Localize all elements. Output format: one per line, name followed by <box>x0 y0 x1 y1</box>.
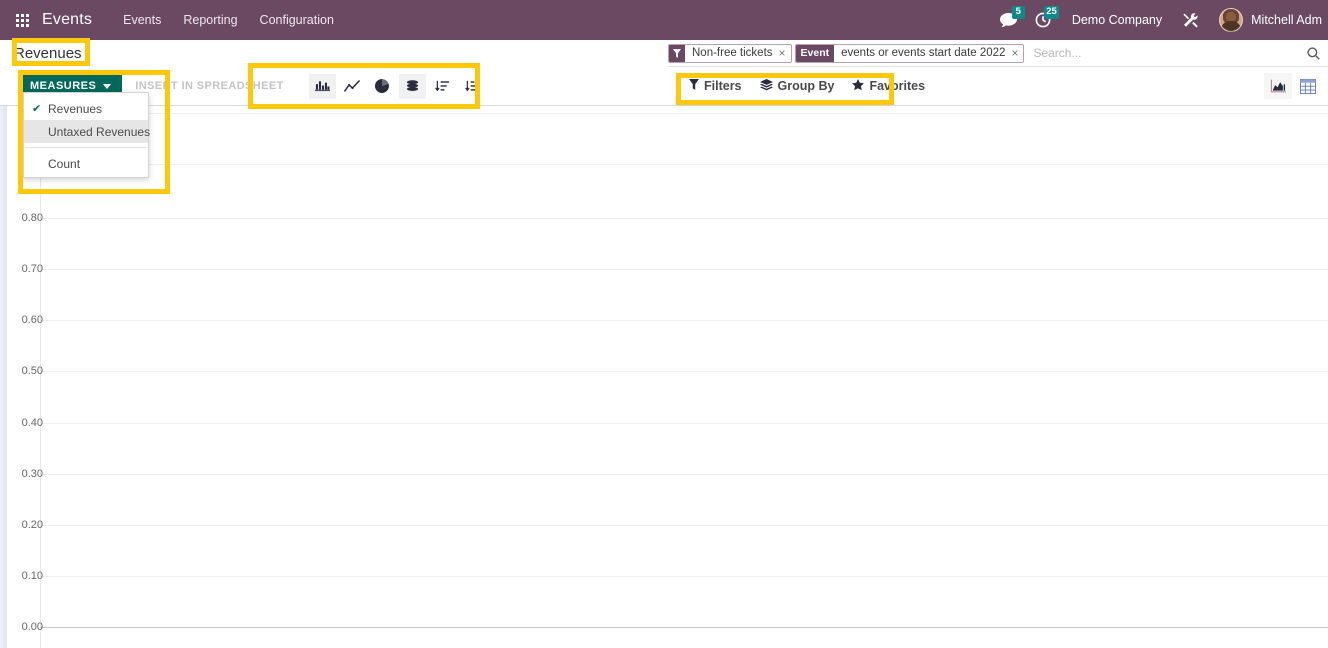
dropdown-divider <box>25 147 147 148</box>
measures-dropdown[interactable]: ✔ Revenues Untaxed Revenues Count <box>23 92 151 178</box>
y-tick-label: 0.50 <box>21 365 43 377</box>
filter-row: Filters Group By Favorites <box>668 67 1328 105</box>
company-switcher[interactable]: Demo Company <box>1060 0 1174 40</box>
breadcrumb[interactable]: Revenues <box>14 40 82 67</box>
search-input[interactable] <box>1027 43 1303 63</box>
control-panel: Revenues MEASURES INSERT IN SPREADSHEET <box>0 40 1328 106</box>
apps-grid-icon[interactable] <box>8 0 36 40</box>
measure-option-label: Untaxed Revenues <box>48 124 151 139</box>
filter-funnel-icon <box>689 79 699 93</box>
gridline <box>40 269 1328 270</box>
star-icon <box>852 78 865 94</box>
navbar-right: 5 25 Demo Company Mitchell Adm <box>991 0 1328 40</box>
measure-option-revenues[interactable]: ✔ Revenues <box>24 97 148 120</box>
view-switcher <box>1264 73 1322 99</box>
search-facet-event[interactable]: Event events or events start date 2022 × <box>794 43 1025 63</box>
facet-value: events or events start date 2022 <box>841 47 1006 59</box>
menu-item-events[interactable]: Events <box>112 0 172 40</box>
y-tick-label: 0.60 <box>21 314 43 326</box>
y-tick-label: 0.40 <box>21 417 43 429</box>
favorites-menu-label: Favorites <box>869 79 926 93</box>
gridline <box>40 218 1328 219</box>
gridline <box>40 371 1328 372</box>
y-tick-label: 0.30 <box>21 468 43 480</box>
gridline <box>40 474 1328 475</box>
app-name[interactable]: Events <box>42 11 92 29</box>
gridline <box>40 576 1328 577</box>
group-by-menu[interactable]: Group By <box>753 75 842 98</box>
y-tick-label: 0.00 <box>21 621 43 633</box>
layers-icon <box>759 78 773 94</box>
search-area: Non-free tickets × Event events or event… <box>668 40 1328 105</box>
pivot-view-icon[interactable] <box>1294 73 1322 99</box>
measure-option-untaxed-revenues[interactable]: Untaxed Revenues <box>24 120 151 143</box>
menu-item-reporting[interactable]: Reporting <box>172 0 248 40</box>
measure-option-label: Count <box>48 156 81 171</box>
graph-chart-area[interactable]: 1.00 0.90 0.80 0.70 0.60 0.50 0.40 0.30 … <box>0 105 1328 648</box>
top-navbar: Events Events Reporting Configuration 5 … <box>0 0 1328 40</box>
sort-descending-icon[interactable] <box>429 74 456 99</box>
user-name: Mitchell Adm <box>1251 13 1322 27</box>
sort-ascending-icon[interactable] <box>459 74 486 99</box>
stacked-icon[interactable] <box>398 73 426 99</box>
activities-count-badge: 25 <box>1044 6 1059 19</box>
axis-baseline <box>40 627 1328 628</box>
y-tick-label: 0.10 <box>21 570 43 582</box>
favorites-menu[interactable]: Favorites <box>845 75 932 98</box>
filters-menu[interactable]: Filters <box>682 75 749 97</box>
measure-option-count[interactable]: Count <box>24 152 148 175</box>
chart-type-toolbar <box>308 73 486 99</box>
facet-label: Event <box>795 44 835 62</box>
y-tick-label: 0.70 <box>21 263 43 275</box>
close-icon[interactable]: × <box>779 45 791 62</box>
bar-chart-icon[interactable] <box>308 73 336 99</box>
messages-button[interactable]: 5 <box>991 0 1026 40</box>
wrench-screwdriver-icon[interactable] <box>1174 0 1209 40</box>
menu-item-configuration[interactable]: Configuration <box>249 0 345 40</box>
measures-button-label: MEASURES <box>30 80 97 92</box>
gridline <box>40 423 1328 424</box>
chevron-down-icon <box>103 83 112 89</box>
filter-funnel-icon <box>669 44 685 62</box>
search-icon[interactable] <box>1303 46 1322 60</box>
filters-menu-label: Filters <box>704 79 742 93</box>
insert-in-spreadsheet-button[interactable]: INSERT IN SPREADSHEET <box>135 80 283 92</box>
line-chart-icon[interactable] <box>339 74 366 99</box>
gridline <box>40 164 1328 165</box>
y-tick-label: 0.80 <box>21 212 43 224</box>
graph-view-icon[interactable] <box>1264 73 1292 99</box>
measure-option-label: Revenues <box>48 101 103 116</box>
check-icon: ✔ <box>32 103 42 115</box>
facet-value: Non-free tickets <box>692 47 773 59</box>
gridline <box>40 320 1328 321</box>
gridline <box>40 525 1328 526</box>
user-menu[interactable]: Mitchell Adm <box>1209 8 1326 32</box>
search-row: Non-free tickets × Event events or event… <box>668 40 1328 67</box>
filter-menus: Filters Group By Favorites <box>682 75 932 98</box>
messages-count-badge: 5 <box>1011 6 1025 19</box>
avatar <box>1219 8 1244 32</box>
search-facet-non-free-tickets[interactable]: Non-free tickets × <box>668 43 792 63</box>
y-tick-label: 0.20 <box>21 519 43 531</box>
activities-button[interactable]: 25 <box>1026 0 1060 40</box>
group-by-menu-label: Group By <box>777 79 835 93</box>
close-icon[interactable]: × <box>1011 45 1023 62</box>
pie-chart-icon[interactable] <box>369 74 396 99</box>
gridline <box>40 113 1328 114</box>
